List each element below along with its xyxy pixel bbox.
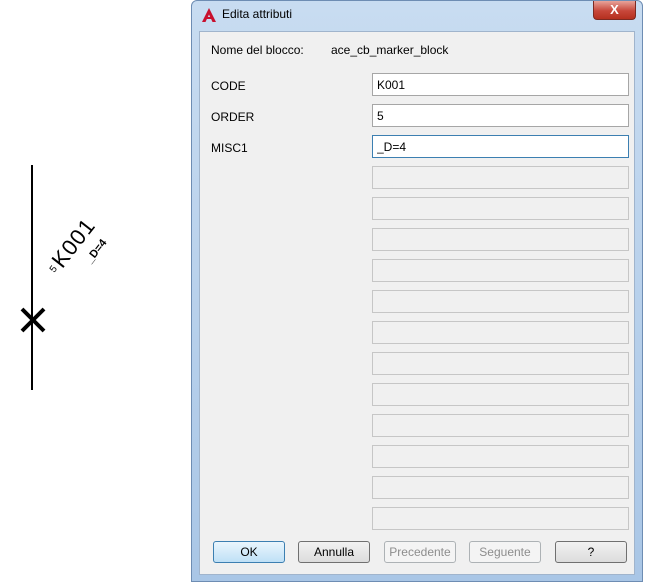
attribute-field-empty — [372, 259, 629, 282]
ok-button[interactable]: OK — [213, 541, 285, 563]
drawing-canvas[interactable]: 5 K001 _D=4 — [0, 0, 190, 584]
attribute-field-empty — [372, 228, 629, 251]
help-button[interactable]: ? — [555, 541, 627, 563]
attribute-field-empty — [372, 507, 629, 530]
autocad-logo-icon — [202, 8, 216, 22]
cancel-button[interactable]: Annulla — [298, 541, 370, 563]
previous-button[interactable]: Precedente — [384, 541, 456, 563]
attribute-field-empty — [372, 166, 629, 189]
attribute-field-empty — [372, 321, 629, 344]
attribute-field-empty — [372, 383, 629, 406]
title-bar[interactable]: Edita attributi X — [192, 1, 642, 28]
attribute-field-empty — [372, 352, 629, 375]
dialog-title: Edita attributi — [222, 7, 293, 21]
next-button[interactable]: Seguente — [469, 541, 541, 563]
block-name-label: Nome del blocco: — [211, 43, 304, 57]
attribute-field-empty — [372, 476, 629, 499]
attribute-field-empty — [372, 414, 629, 437]
attribute-label-order: ORDER — [211, 110, 255, 124]
block-name-value: ace_cb_marker_block — [331, 43, 449, 57]
attribute-field-empty — [372, 445, 629, 468]
dialog-client-area: Nome del blocco: ace_cb_marker_block COD… — [199, 31, 635, 575]
close-icon: X — [610, 2, 619, 17]
attribute-field-empty — [372, 290, 629, 313]
attribute-label-code: CODE — [211, 79, 246, 93]
edit-attributes-dialog: Edita attributi X Nome del blocco: ace_c… — [191, 0, 643, 582]
close-button[interactable]: X — [593, 1, 636, 20]
cross-marker-icon[interactable] — [17, 304, 49, 336]
attribute-label-misc1: MISC1 — [211, 141, 248, 155]
attribute-field-misc1[interactable] — [372, 135, 629, 158]
wire-line[interactable] — [31, 165, 33, 390]
attribute-field-empty — [372, 197, 629, 220]
attribute-field-order[interactable] — [372, 104, 629, 127]
block-attribute-text[interactable]: 5 K001 _D=4 — [40, 167, 161, 299]
attribute-field-code[interactable] — [372, 73, 629, 96]
